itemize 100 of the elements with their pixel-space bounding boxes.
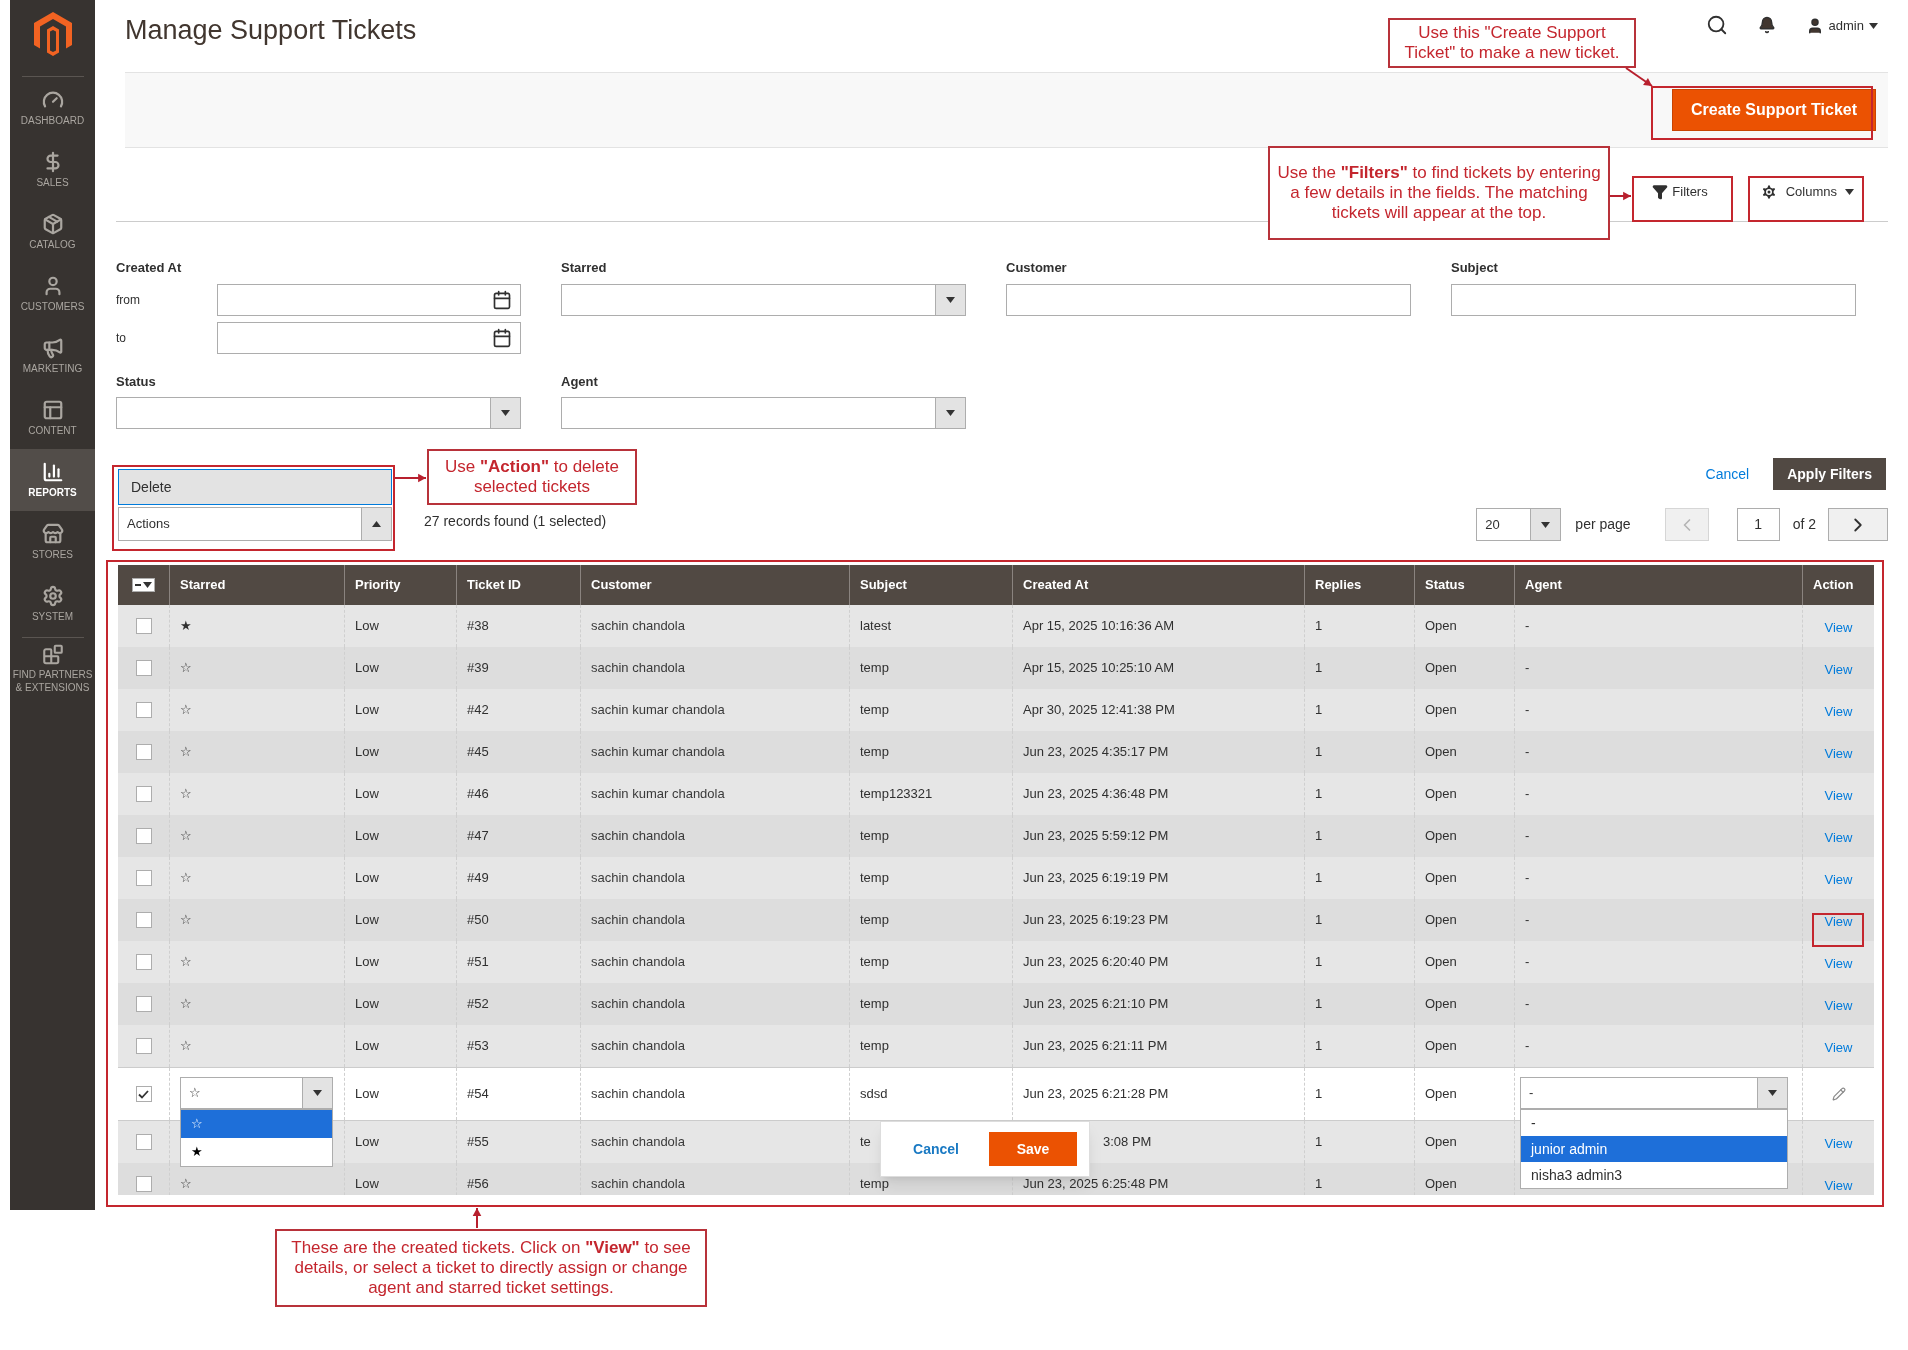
filter-label: Agent xyxy=(561,372,599,391)
date-field[interactable] xyxy=(217,283,521,316)
table-cell-text: Low xyxy=(355,911,379,930)
row-checkbox[interactable] xyxy=(135,660,152,676)
starred-select[interactable] xyxy=(561,283,966,316)
table-cell-text: Jun 23, 2025 4:36:48 PM xyxy=(1023,785,1169,804)
row-checkbox[interactable] xyxy=(135,1134,152,1150)
caret-icon xyxy=(372,521,381,527)
apply-filters-button[interactable]: Apply Filters xyxy=(1773,458,1886,490)
dropdown-option[interactable]: junior admin xyxy=(1521,1136,1787,1162)
sidebar-item[interactable]: CONTENT xyxy=(10,387,95,449)
table-cell-text: ☆ xyxy=(180,827,192,846)
row-checkbox[interactable] xyxy=(135,786,152,802)
table-cell-text: Low xyxy=(355,1037,379,1056)
next-page-button[interactable] xyxy=(1828,508,1888,541)
previous-page-button[interactable] xyxy=(1664,508,1709,541)
search-icon[interactable] xyxy=(1705,14,1728,36)
table-cell-text: - xyxy=(1525,953,1530,972)
agent-select[interactable] xyxy=(561,397,966,429)
view-link[interactable]: View xyxy=(1824,1134,1853,1154)
table-cell-text: temp xyxy=(860,1037,889,1056)
view-link[interactable]: View xyxy=(1824,1176,1853,1195)
table-cell-text: 1 xyxy=(1315,995,1323,1014)
table-cell-text: sachin chandola xyxy=(591,911,685,930)
annotation-note: Use the "Filters" to find tickets by entering a few details in the fields. The matching tickets will appear at the top. xyxy=(1268,146,1610,240)
actions-select[interactable]: Actions xyxy=(118,507,392,541)
row-checkbox[interactable] xyxy=(135,618,152,634)
save-button[interactable]: Save xyxy=(989,1132,1077,1166)
view-link[interactable]: View xyxy=(1824,828,1853,848)
table-cell-text: Jun 23, 2025 6:19:19 PM xyxy=(1023,869,1169,888)
view-link[interactable]: View xyxy=(1824,786,1853,806)
sidebar-item[interactable]: FIND PARTNERS & EXTENSIONS xyxy=(10,638,95,700)
table-cell-text: #55 xyxy=(467,1133,489,1152)
row-checkbox[interactable] xyxy=(135,870,152,886)
view-link[interactable]: View xyxy=(1824,954,1853,974)
view-link[interactable]: View xyxy=(1824,660,1853,680)
page-number-field[interactable]: 1 xyxy=(1736,508,1780,541)
edit-icon[interactable] xyxy=(1831,1087,1846,1101)
cancel-link[interactable]: Cancel xyxy=(913,1138,959,1160)
column-header[interactable]: Action xyxy=(1803,565,1874,605)
create-ticket-button[interactable]: Create Support Ticket xyxy=(1672,89,1876,131)
mass-select-checkbox[interactable] xyxy=(132,578,155,592)
sidebar-item[interactable]: SALES xyxy=(10,139,95,201)
table-cell-text: Low xyxy=(355,827,379,846)
table-cell-text: Jun 23, 2025 6:25:48 PM xyxy=(1023,1175,1169,1194)
sidebar-item[interactable]: STORES xyxy=(10,511,95,573)
table-cell-text: temp xyxy=(860,659,889,678)
columns-button[interactable]: Columns xyxy=(1749,175,1864,208)
caret-icon xyxy=(946,296,955,303)
table-cell-text: sachin chandola xyxy=(591,995,685,1014)
bell-icon[interactable] xyxy=(1757,16,1776,34)
customer-field[interactable] xyxy=(1006,283,1411,316)
subject-field[interactable] xyxy=(1451,283,1856,316)
dropdown-option[interactable]: ☆ xyxy=(181,1110,332,1138)
status-select[interactable] xyxy=(116,397,521,429)
table-cell-text: Open xyxy=(1425,911,1457,930)
table-cell-text: Open xyxy=(1425,701,1457,720)
row-checkbox[interactable] xyxy=(135,1176,152,1192)
per-page-select[interactable]: 20 xyxy=(1476,508,1562,541)
row-checkbox[interactable] xyxy=(135,828,152,844)
star-select[interactable]: ☆ xyxy=(180,1077,333,1109)
filter-label: to xyxy=(116,329,127,347)
sidebar-item[interactable]: MARKETING xyxy=(10,325,95,387)
bar-chart-icon xyxy=(41,461,64,483)
row-checkbox[interactable] xyxy=(135,912,152,928)
view-link[interactable]: View xyxy=(1824,744,1853,764)
view-link[interactable]: View xyxy=(1824,870,1853,890)
action-menu-item[interactable]: Delete xyxy=(118,469,392,505)
cancel-link[interactable]: Cancel xyxy=(1705,463,1750,485)
row-checkbox[interactable] xyxy=(135,954,152,970)
sidebar-item[interactable]: CATALOG xyxy=(10,201,95,263)
caret-icon xyxy=(1768,1090,1777,1096)
table-cell-text: 1 xyxy=(1315,1085,1323,1104)
per-page-label: per page xyxy=(1575,515,1631,534)
view-link[interactable]: View xyxy=(1824,618,1853,638)
table-cell-text: temp xyxy=(860,1175,889,1194)
table-cell-text: Low xyxy=(355,617,379,636)
view-link[interactable]: View xyxy=(1824,702,1853,722)
sidebar-item[interactable]: CUSTOMERS xyxy=(10,263,95,325)
sidebar-item[interactable]: SYSTEM xyxy=(10,573,95,635)
table-cell-text: 1 xyxy=(1315,1133,1323,1152)
view-link[interactable]: View xyxy=(1824,912,1853,932)
filter-icon xyxy=(1652,183,1669,200)
table-cell-text: Low xyxy=(355,1175,379,1194)
agent-select[interactable]: - xyxy=(1520,1077,1788,1109)
row-checkbox[interactable] xyxy=(135,702,152,718)
row-checkbox[interactable] xyxy=(135,744,152,760)
row-checkbox[interactable] xyxy=(135,996,152,1012)
view-link[interactable]: View xyxy=(1824,996,1853,1016)
date-field[interactable] xyxy=(217,321,521,354)
table-cell-text: sachin chandola xyxy=(591,1133,685,1152)
row-checkbox[interactable] xyxy=(135,1086,152,1102)
row-checkbox[interactable] xyxy=(135,1038,152,1054)
sidebar-item[interactable]: REPORTS xyxy=(10,449,95,511)
view-link[interactable]: View xyxy=(1824,1038,1853,1058)
filter-label: Subject xyxy=(1451,259,1499,277)
user-menu[interactable]: admin xyxy=(1805,16,1878,36)
table-cell-text: ☆ xyxy=(180,911,192,930)
sidebar-item[interactable]: DASHBOARD xyxy=(10,77,95,139)
filters-button[interactable]: Filters xyxy=(1638,175,1722,208)
